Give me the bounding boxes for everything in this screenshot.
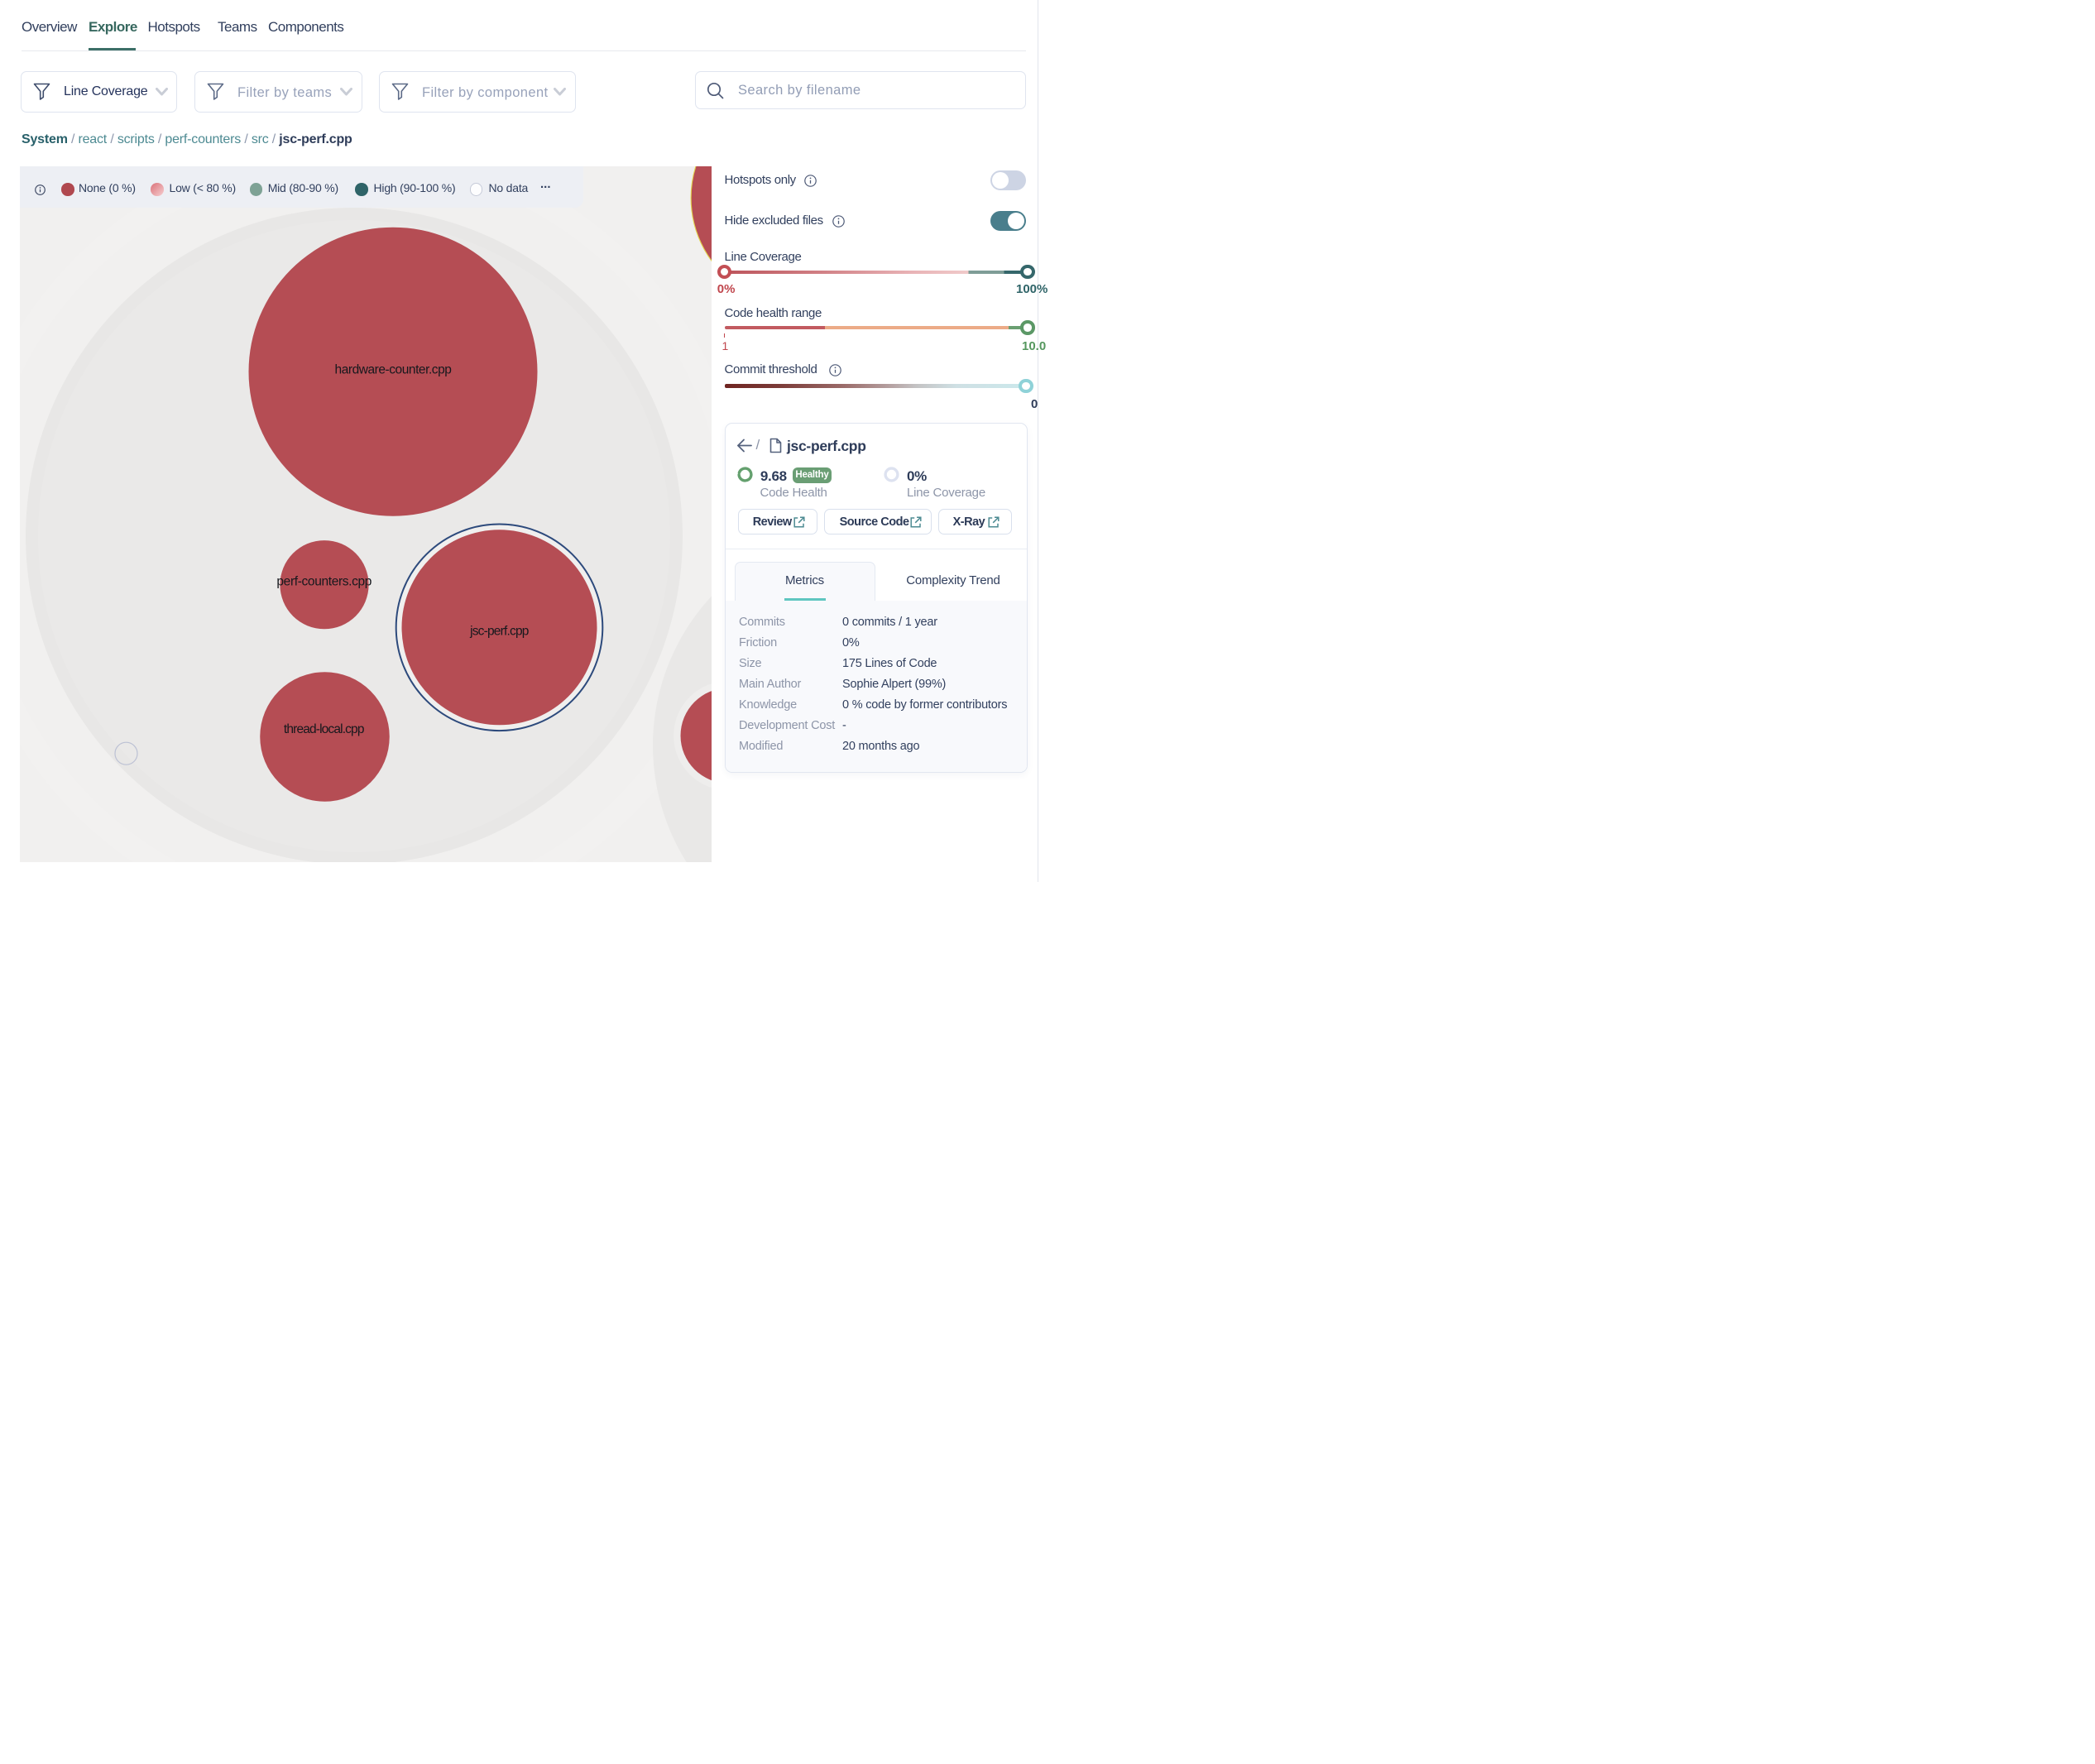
svg-text:jsc-perf.cpp: jsc-perf.cpp — [469, 625, 529, 639]
svg-text:hardware-counter.cpp: hardware-counter.cpp — [334, 363, 451, 377]
svg-text:perf-counters.cpp: perf-counters.cpp — [276, 575, 372, 589]
svg-text:thread-local.cpp: thread-local.cpp — [283, 722, 363, 736]
